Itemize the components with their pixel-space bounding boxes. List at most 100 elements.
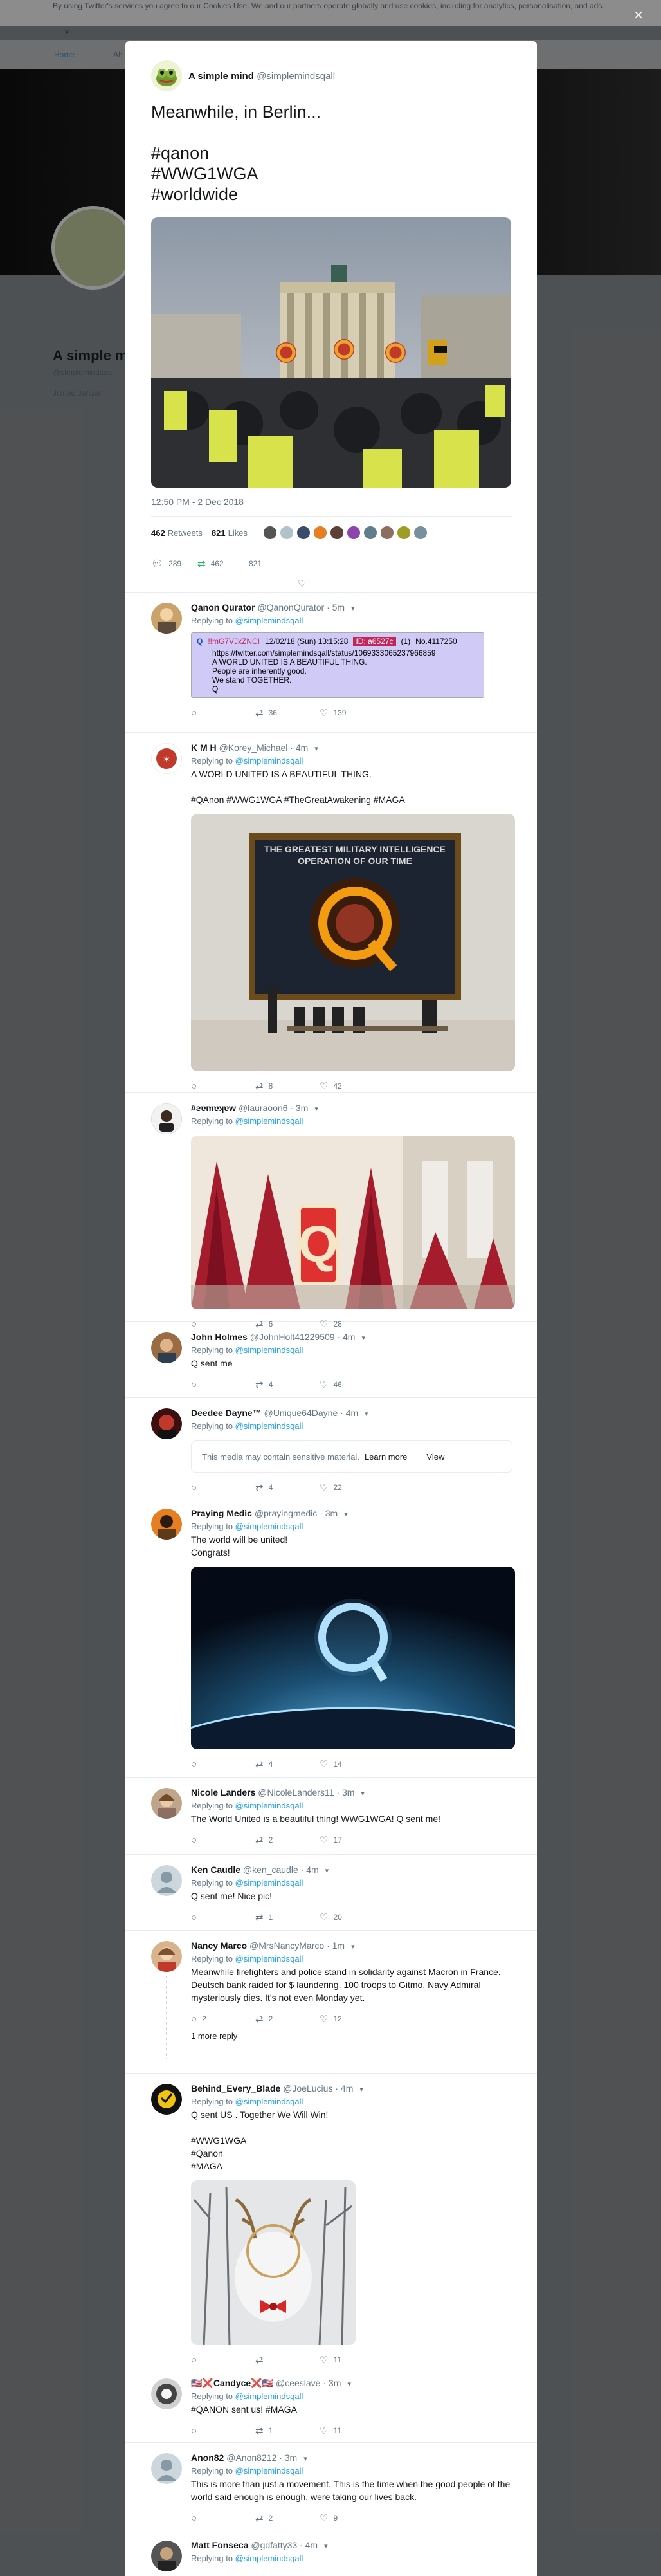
reply-author[interactable]: #ƨɐmɐʞɐw (191, 1103, 236, 1113)
reply-time[interactable]: 5m (332, 602, 345, 612)
reply-author[interactable]: Nicole Landers (191, 1787, 255, 1798)
reply-tweet[interactable]: #ƨɐmɐʞɐw @lauraoon6 · 3m ▾ Replying to @s… (125, 1093, 537, 1330)
reply-time[interactable]: 4m (306, 1864, 318, 1875)
like-button[interactable]: ♡ 11 (320, 2425, 384, 2436)
like-button[interactable]: 821 (244, 559, 262, 568)
reply-time[interactable]: 3m (329, 2378, 341, 2388)
reply-button[interactable]: ○ (191, 1081, 255, 1092)
retweet-button[interactable]: ⇄ 2 (255, 2013, 320, 2025)
reply-author[interactable]: Ken Caudle (191, 1864, 240, 1875)
reply-author[interactable]: Qanon Qurator (191, 602, 255, 612)
like-button[interactable]: ♡ 46 (320, 1379, 384, 1390)
retweet-button[interactable]: ⇄ 4 (255, 1482, 320, 1493)
reply-image[interactable] (191, 2180, 356, 2345)
more-replies-link[interactable]: 1 more reply (191, 2031, 512, 2041)
liker-avatar[interactable] (363, 526, 377, 540)
chevron-down-icon[interactable]: ▾ (314, 1105, 318, 1113)
chevron-down-icon[interactable]: ▾ (344, 1511, 348, 1518)
author-name[interactable]: A simple mind (188, 71, 254, 82)
like-button[interactable]: ♡ 11 (320, 2354, 384, 2366)
reply-image[interactable] (191, 1567, 515, 1749)
reply-time[interactable]: 4m (343, 1332, 355, 1342)
chevron-down-icon[interactable]: ▾ (361, 1334, 365, 1342)
reply-tweet[interactable]: John Holmes @JohnHolt41229509 · 4m ▾ Repl… (125, 1322, 537, 1398)
reply-time[interactable]: 3m (325, 1508, 338, 1518)
reply-handle[interactable]: @Anon8212 (226, 2452, 276, 2463)
like-button[interactable]: ♡ 22 (320, 1482, 384, 1493)
retweet-total[interactable]: 462 (151, 528, 165, 538)
reply-author[interactable]: 🇺🇸❌Candyce❌🇺🇸 (191, 2378, 273, 2388)
retweet-button[interactable]: ⇄ 1 (255, 2425, 320, 2436)
reply-avatar[interactable] (151, 1941, 182, 1972)
reply-avatar[interactable] (151, 1103, 182, 1134)
reply-handle[interactable]: @gdfatty33 (251, 2540, 297, 2550)
replying-to-link[interactable]: @simplemindsqall (235, 1345, 303, 1355)
reply-handle[interactable]: @ceeslave (276, 2378, 320, 2388)
reply-author[interactable]: Matt Fonseca (191, 2540, 248, 2550)
retweet-button[interactable]: ⇄ 1 (255, 1911, 320, 1923)
replying-to-link[interactable]: @simplemindsqall (235, 1954, 303, 1964)
retweet-button[interactable]: ⇄ 8 (255, 1080, 320, 1092)
reply-avatar[interactable] (151, 1788, 182, 1819)
replying-to-link[interactable]: @simplemindsqall (235, 1878, 303, 1888)
reply-tweet[interactable]: Qanon Qurator @QanonQurator · 5m ▾ Replyi… (125, 593, 537, 733)
author-avatar[interactable] (151, 60, 182, 91)
modal-close-button[interactable]: × (630, 8, 647, 24)
reply-handle[interactable]: @JoeLucius (283, 2083, 332, 2093)
liker-avatar[interactable] (413, 526, 428, 540)
chevron-down-icon[interactable]: ▾ (324, 2543, 328, 2550)
retweet-total-label[interactable]: Retweets (168, 528, 203, 538)
reply-avatar[interactable] (151, 2453, 182, 2484)
reply-image[interactable]: Q (191, 1136, 515, 1309)
reply-handle[interactable]: @NicoleLanders11 (258, 1787, 334, 1798)
liker-avatar[interactable] (379, 526, 394, 540)
replying-to-link[interactable]: @simplemindsqall (235, 1421, 303, 1431)
retweet-button[interactable]: ⇄ 462 (197, 558, 244, 569)
reply-avatar[interactable] (151, 2084, 182, 2115)
reply-button[interactable]: ○ (191, 1912, 255, 1923)
like-button[interactable]: ♡ 17 (320, 1834, 384, 1846)
like-total-label[interactable]: Likes (228, 528, 248, 538)
like-button[interactable]: ♡ 139 (320, 707, 384, 719)
reply-tweet[interactable]: Ken Caudle @ken_caudle · 4m ▾ Replying to… (125, 1855, 537, 1931)
replying-to-link[interactable]: @simplemindsqall (235, 1116, 303, 1126)
view-button[interactable]: View (426, 1452, 444, 1462)
chevron-down-icon[interactable]: ▾ (361, 1790, 365, 1798)
reply-avatar[interactable] (151, 1509, 182, 1540)
retweet-button[interactable]: ⇄ 2 (255, 2512, 320, 2524)
reply-tweet[interactable]: Nicole Landers @NicoleLanders11 · 3m ▾ Re… (125, 1778, 537, 1855)
like-button[interactable]: ♡ 20 (320, 1911, 384, 1923)
retweet-button[interactable]: ⇄ 2 (255, 1834, 320, 1846)
reply-tweet[interactable]: 🇺🇸❌Candyce❌🇺🇸 @ceeslave · 3m ▾ Replying t… (125, 2368, 537, 2443)
reply-time[interactable]: 4m (346, 1408, 358, 1418)
reply-button[interactable]: ○ (191, 1835, 255, 1846)
reply-tweet[interactable]: Nancy Marco @MrsNancyMarco · 1m ▾ Replyin… (125, 1931, 537, 2074)
reply-author[interactable]: Deedee Dayne™ (191, 1408, 262, 1418)
reply-avatar[interactable] (151, 2541, 182, 2571)
retweet-button[interactable]: ⇄ (255, 2354, 320, 2366)
reply-handle[interactable]: @Korey_Michael (219, 742, 288, 753)
reply-time[interactable]: 3m (285, 2452, 297, 2463)
liker-avatar[interactable] (296, 526, 311, 540)
chevron-down-icon[interactable]: ▾ (365, 1410, 368, 1418)
reply-author[interactable]: Anon82 (191, 2452, 224, 2463)
liker-avatar[interactable] (279, 526, 294, 540)
reply-button[interactable]: ○ (191, 1759, 255, 1770)
qpost-number[interactable]: No.4117250 (415, 637, 457, 646)
liker-avatars[interactable] (262, 526, 430, 540)
tweet-photo[interactable] (151, 217, 511, 488)
reply-author[interactable]: K M H (191, 742, 217, 753)
reply-time[interactable]: 3m (342, 1787, 354, 1798)
replying-to-link[interactable]: @simplemindsqall (235, 2097, 303, 2106)
reply-avatar[interactable] (151, 603, 182, 634)
replying-to-link[interactable]: @simplemindsqall (235, 2466, 303, 2476)
replying-to-link[interactable]: @simplemindsqall (235, 2391, 303, 2401)
reply-handle[interactable]: @ken_caudle (243, 1864, 298, 1875)
reply-time[interactable]: 4m (296, 742, 308, 753)
reply-button[interactable]: ○ (191, 708, 255, 719)
reply-tweet[interactable]: Behind_Every_Blade @JoeLucius · 4m ▾ Repl… (125, 2074, 537, 2368)
chevron-down-icon[interactable]: ▾ (314, 745, 318, 753)
reply-tweet[interactable]: Deedee Dayne™ @Unique64Dayne · 4m ▾ Reply… (125, 1398, 537, 1498)
liker-avatar[interactable] (329, 526, 344, 540)
like-button[interactable]: ♡ 9 (320, 2512, 384, 2524)
